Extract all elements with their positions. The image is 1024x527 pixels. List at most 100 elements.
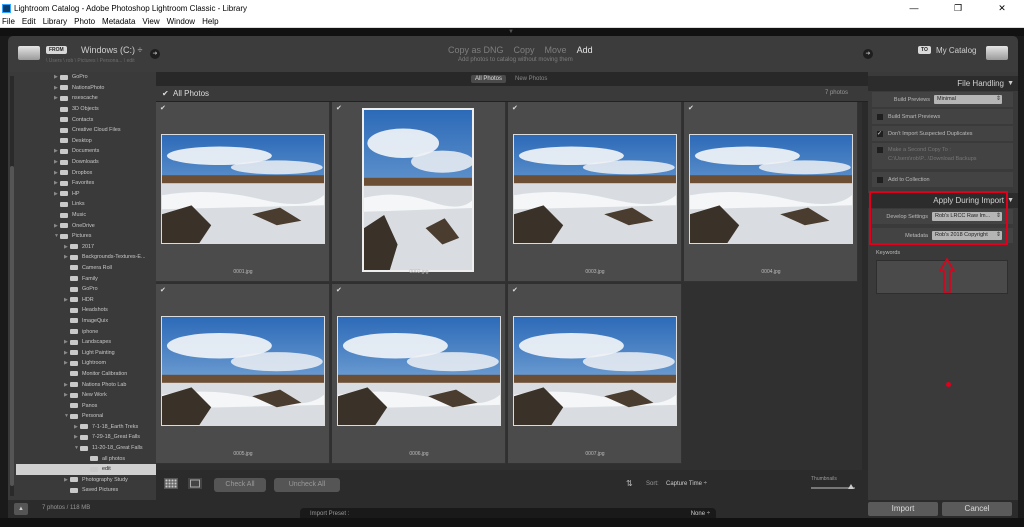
- menu-file[interactable]: File: [2, 17, 15, 26]
- photo-cell[interactable]: ✔ 0002.jpg: [332, 102, 506, 282]
- folder-item[interactable]: ▶ Photography Study: [16, 475, 156, 486]
- source-selector[interactable]: Windows (C:) ÷: [81, 45, 142, 55]
- menu-edit[interactable]: Edit: [22, 17, 36, 26]
- photo-cell[interactable]: ✔ 0006.jpg: [332, 284, 506, 464]
- folder-item[interactable]: ▶ OneDrive: [16, 220, 156, 231]
- photo-checkbox[interactable]: ✔: [512, 104, 518, 112]
- no-duplicates-row[interactable]: ✓ Don't Import Suspected Duplicates: [872, 126, 1013, 141]
- mode-add[interactable]: Add: [577, 45, 593, 55]
- import-button[interactable]: Import: [868, 502, 938, 516]
- folder-item[interactable]: ▶ nsescache: [16, 93, 156, 104]
- folder-item[interactable]: ▶ GoPro: [16, 72, 156, 83]
- folder-item[interactable]: ▼ Pictures: [16, 231, 156, 242]
- photo-thumbnail[interactable]: [161, 134, 325, 244]
- sort-order-icon[interactable]: ⇅: [626, 479, 633, 488]
- maximize-button[interactable]: ❐: [936, 0, 980, 16]
- build-previews-select[interactable]: Minimal: [934, 95, 1002, 104]
- folder-item[interactable]: ▶ HP: [16, 189, 156, 200]
- source-arrow-icon[interactable]: ➜: [150, 49, 160, 59]
- collapse-triangle-icon[interactable]: ▼: [1007, 193, 1014, 208]
- folder-item[interactable]: Monitor Calibration: [16, 369, 156, 380]
- add-collection-checkbox[interactable]: [877, 176, 883, 183]
- collapse-triangle-icon[interactable]: ▼: [1007, 76, 1014, 91]
- import-preset-select[interactable]: None ÷: [691, 511, 710, 517]
- folder-item[interactable]: Links: [16, 199, 156, 210]
- folder-item[interactable]: Camera Roll: [16, 263, 156, 274]
- all-photos-checkbox[interactable]: ✔: [162, 89, 169, 98]
- cancel-button[interactable]: Cancel: [942, 502, 1012, 516]
- folder-item[interactable]: ▶ Dropbox: [16, 167, 156, 178]
- folder-item[interactable]: edit: [16, 463, 156, 475]
- second-copy-checkbox[interactable]: [877, 147, 883, 153]
- folder-item[interactable]: GoPro: [16, 284, 156, 295]
- second-copy-path[interactable]: C:\Users\rob\P...\Download Backups: [888, 156, 977, 162]
- photo-thumbnail[interactable]: [362, 108, 474, 272]
- photo-checkbox[interactable]: ✔: [160, 286, 166, 294]
- photo-cell[interactable]: ✔ 0001.jpg: [156, 102, 330, 282]
- folder-item[interactable]: ▶ NationsPhoto: [16, 83, 156, 94]
- folder-item[interactable]: ▶ Landscapes: [16, 337, 156, 348]
- menu-metadata[interactable]: Metadata: [102, 17, 135, 26]
- second-copy-row[interactable]: Make a Second Copy To : C:\Users\rob\P..…: [872, 143, 1013, 169]
- destination-label[interactable]: My Catalog: [936, 46, 976, 55]
- folder-item[interactable]: ▶ Downloads: [16, 157, 156, 168]
- folder-item[interactable]: ▶ Backgrounds-Textures-E...: [16, 252, 156, 263]
- file-handling-header[interactable]: File Handling ▼: [868, 76, 1018, 91]
- smart-previews-checkbox[interactable]: [877, 113, 883, 120]
- photo-thumbnail[interactable]: [513, 134, 677, 244]
- folder-item[interactable]: Saved Pictures: [16, 485, 156, 496]
- photo-thumbnail[interactable]: [161, 316, 325, 426]
- folder-item[interactable]: ▶ New Work: [16, 390, 156, 401]
- source-panel-scrollbar[interactable]: [10, 76, 14, 496]
- photo-cell[interactable]: ✔ 0003.jpg: [508, 102, 682, 282]
- folder-item[interactable]: ▶ 7-29-18_Great Falls: [16, 432, 156, 443]
- photo-cell[interactable]: ✔ 0005.jpg: [156, 284, 330, 464]
- photo-checkbox[interactable]: ✔: [688, 104, 694, 112]
- expand-up-icon[interactable]: ▲: [14, 503, 28, 515]
- smart-previews-row[interactable]: Build Smart Previews: [872, 109, 1013, 124]
- folder-item[interactable]: ▶ HDR: [16, 294, 156, 305]
- loupe-view-icon[interactable]: [188, 478, 202, 489]
- sort-select[interactable]: Capture Time ÷: [666, 481, 707, 487]
- menu-help[interactable]: Help: [202, 17, 218, 26]
- photo-checkbox[interactable]: ✔: [160, 104, 166, 112]
- folder-item[interactable]: ImageQuix: [16, 316, 156, 327]
- folder-item[interactable]: Music: [16, 210, 156, 221]
- folder-item[interactable]: all photos: [16, 453, 156, 464]
- folder-item[interactable]: Headshots: [16, 305, 156, 316]
- photo-cell[interactable]: ✔ 0004.jpg: [684, 102, 858, 282]
- folder-item[interactable]: ▶ Lightroom: [16, 358, 156, 369]
- folder-item[interactable]: Contacts: [16, 114, 156, 125]
- photo-thumbnail[interactable]: [689, 134, 853, 244]
- mode-copy[interactable]: Copy: [514, 45, 535, 55]
- tab-all-photos[interactable]: All Photos: [471, 75, 507, 83]
- folder-item[interactable]: ▶ Documents: [16, 146, 156, 157]
- menu-window[interactable]: Window: [167, 17, 195, 26]
- folder-item[interactable]: Creative Cloud Files: [16, 125, 156, 136]
- mode-move[interactable]: Move: [545, 45, 567, 55]
- folder-item[interactable]: ▶ 7-1-18_Earth Treks: [16, 422, 156, 433]
- photo-thumbnail[interactable]: [337, 316, 501, 426]
- grid-view-icon[interactable]: [164, 478, 178, 489]
- photo-thumbnail[interactable]: [513, 316, 677, 426]
- menu-view[interactable]: View: [142, 17, 159, 26]
- folder-item[interactable]: ▼ Personal: [16, 411, 156, 422]
- tab-new-photos[interactable]: New Photos: [511, 75, 551, 83]
- folder-item[interactable]: Desktop: [16, 136, 156, 147]
- top-panel-toggle-icon[interactable]: ▼: [508, 29, 514, 35]
- photo-cell[interactable]: ✔ 0007.jpg: [508, 284, 682, 464]
- minimize-button[interactable]: —: [892, 0, 936, 16]
- folder-item[interactable]: ▼ 11-20-18_Great Falls: [16, 443, 156, 454]
- no-duplicates-checkbox[interactable]: ✓: [877, 130, 883, 137]
- folder-item[interactable]: ▶ 2017: [16, 242, 156, 253]
- photo-checkbox[interactable]: ✔: [336, 286, 342, 294]
- folder-item[interactable]: ▶ Favorites: [16, 178, 156, 189]
- check-all-button[interactable]: Check All: [214, 478, 266, 492]
- photo-checkbox[interactable]: ✔: [336, 104, 342, 112]
- menu-photo[interactable]: Photo: [74, 17, 95, 26]
- folder-item[interactable]: Panos: [16, 400, 156, 411]
- folder-item[interactable]: ▶ Light Painting: [16, 347, 156, 358]
- uncheck-all-button[interactable]: Uncheck All: [274, 478, 340, 492]
- folder-item[interactable]: Family: [16, 273, 156, 284]
- add-collection-row[interactable]: Add to Collection: [872, 172, 1013, 187]
